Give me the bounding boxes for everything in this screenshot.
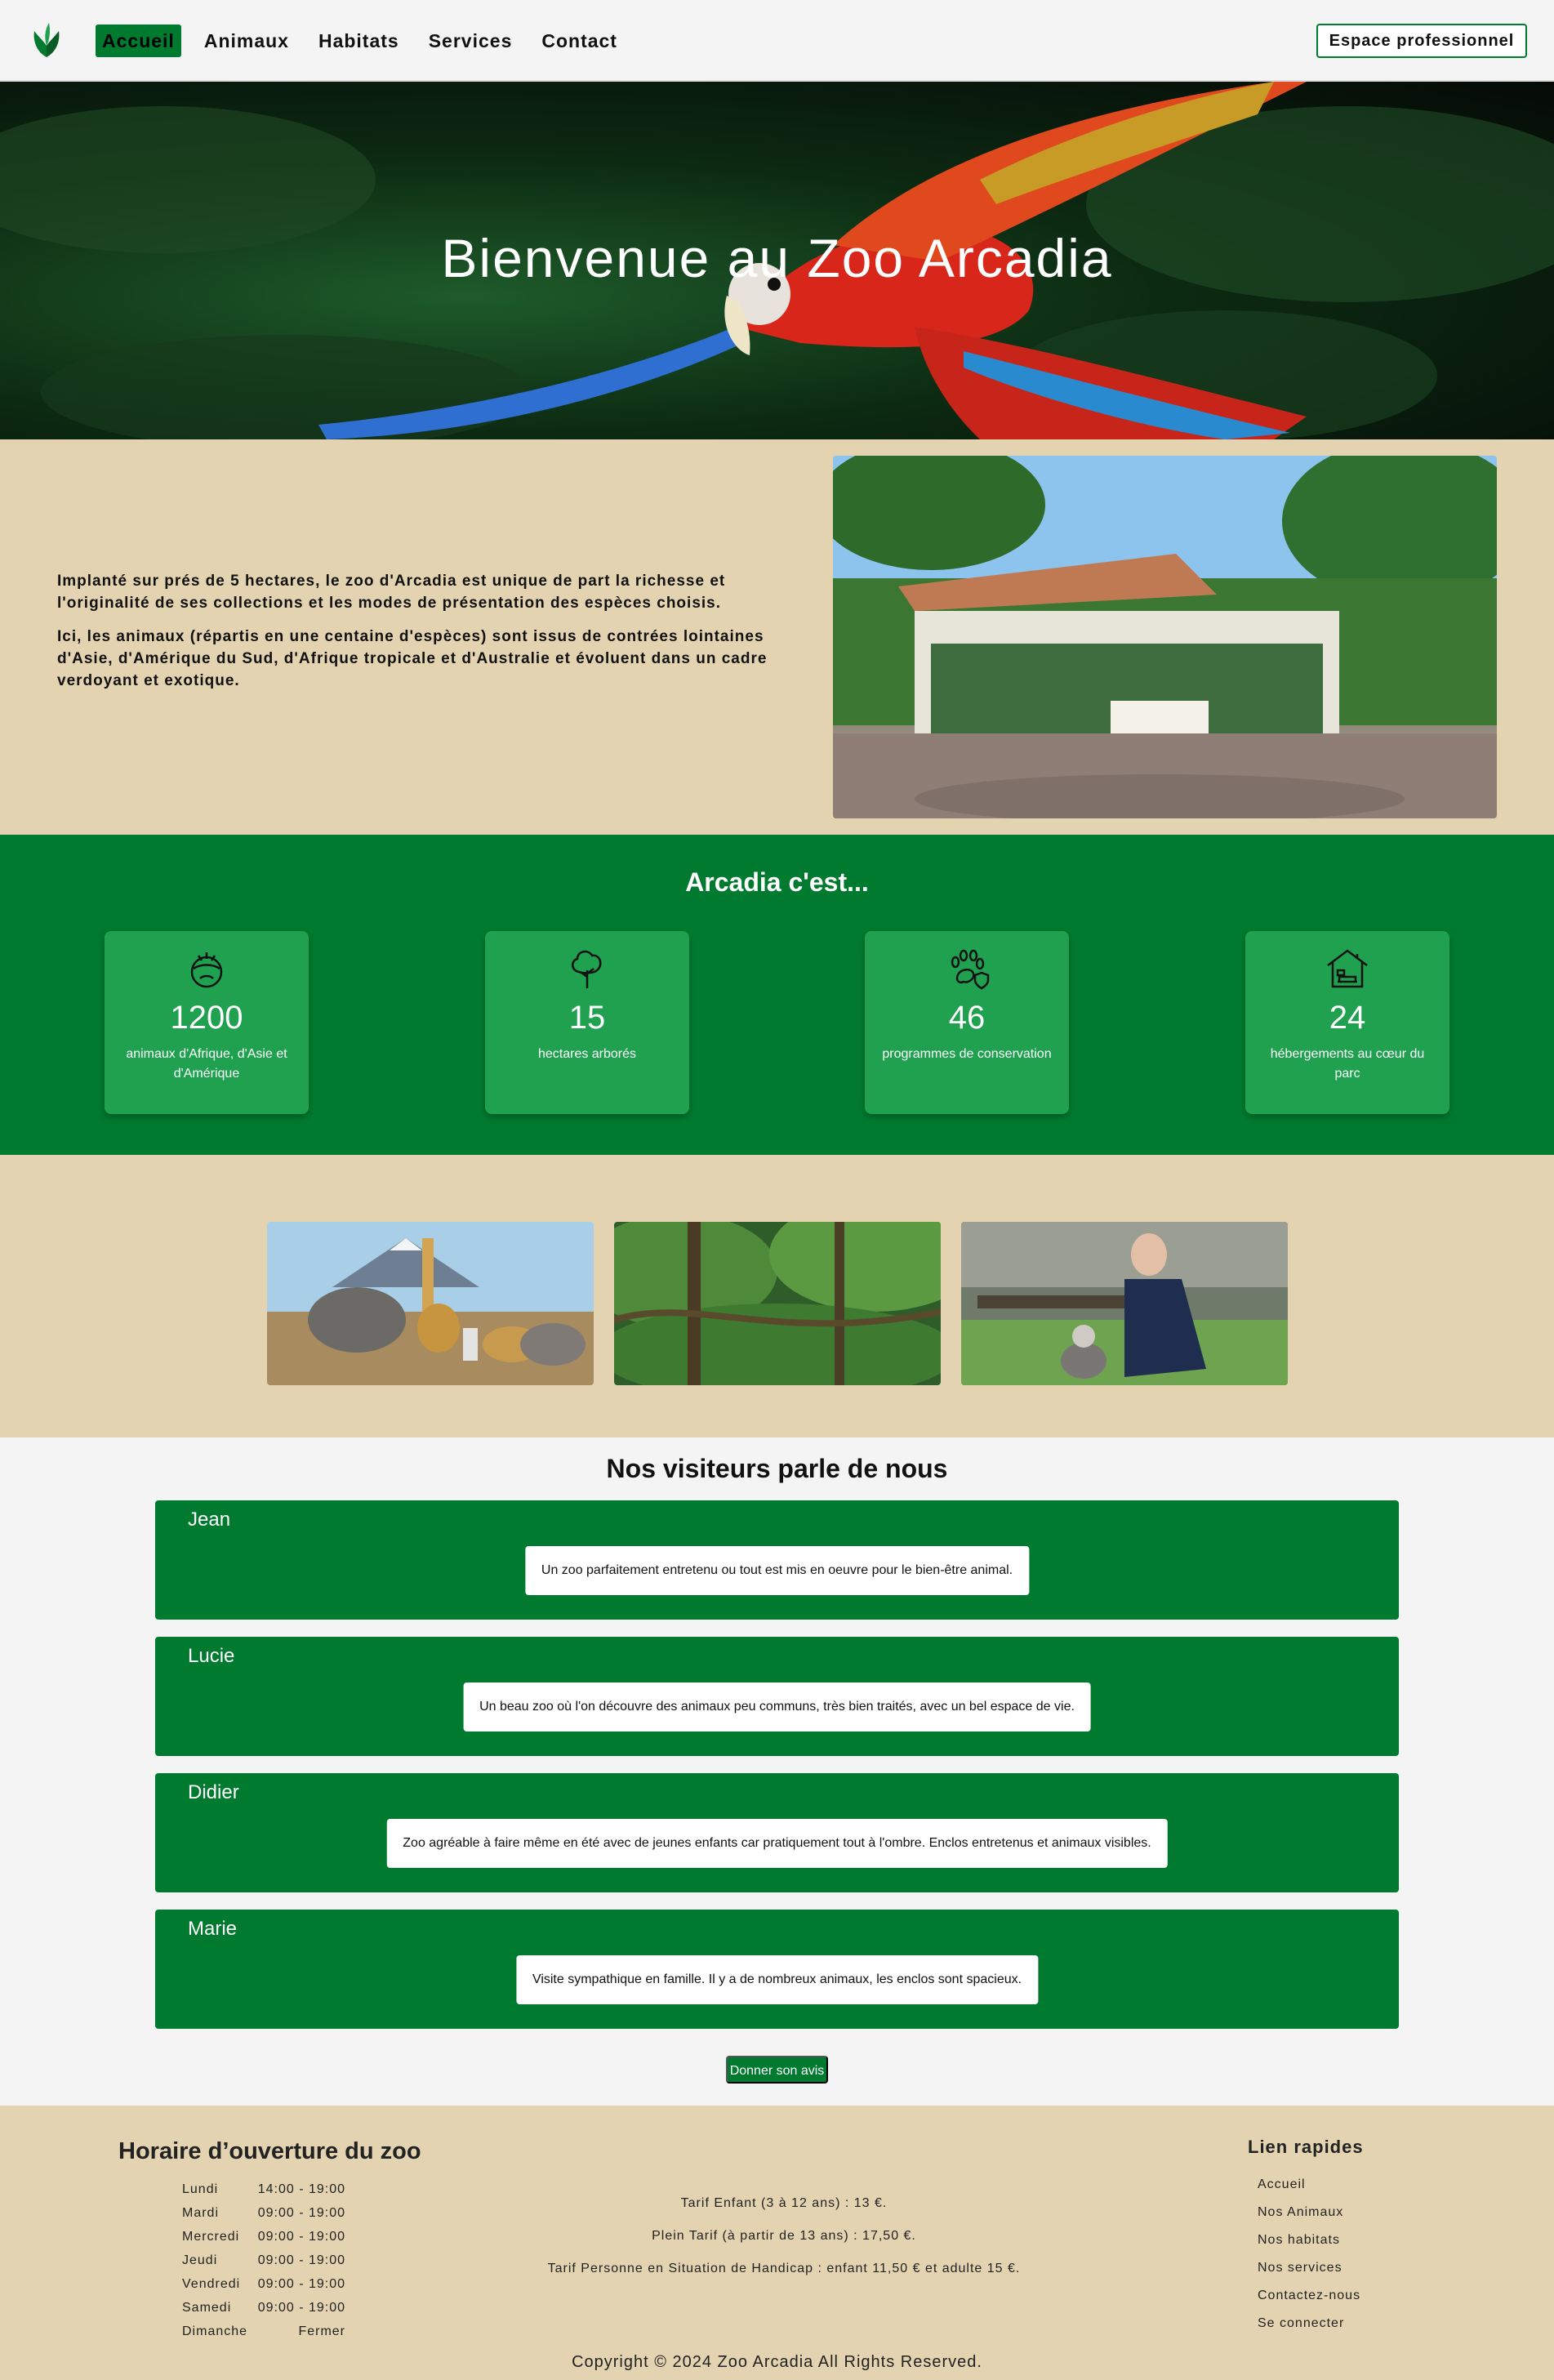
hours-row: Vendredi 09:00 - 19:00 [182, 2272, 345, 2296]
opening-hours-list: Lundi 14:00 - 19:00 Mardi 09:00 - 19:00 Me… [182, 2177, 345, 2343]
footer-link-services[interactable]: Nos services [1258, 2254, 1360, 2282]
hours-day: Mardi [182, 2206, 220, 2220]
prices-list: Tarif Enfant (3 à 12 ans) : 13 €. Plein … [457, 2187, 1111, 2285]
bird-leaf-logo-icon[interactable] [31, 21, 62, 59]
stat-label: hébergements au cœur du parc [1270, 1047, 1425, 1081]
price-full: Plein Tarif (à partir de 13 ans) : 17,50… [652, 2229, 916, 2243]
intro-paragraph-1: Implanté sur prés de 5 hectares, le zoo … [57, 573, 726, 612]
stat-label: animaux d'Afrique, d'Asie et d'Amérique [126, 1047, 287, 1081]
lodge-icon [1327, 949, 1368, 988]
hours-title: Horaire d’ouverture du zoo [118, 2138, 421, 2164]
hours-day: Vendredi [182, 2277, 241, 2291]
reviews-section: Nos visiteurs parle de nous Jean Un zoo … [0, 1437, 1554, 2106]
hours-day: Mercredi [182, 2230, 240, 2244]
hours-time: 09:00 - 19:00 [257, 2253, 345, 2267]
paw-shield-icon [951, 949, 990, 990]
hours-time: 09:00 - 19:00 [257, 2277, 345, 2291]
gallery-section [0, 1155, 1554, 1437]
nav-link-contact[interactable]: Contact [535, 25, 624, 57]
footer-link-animaux[interactable]: Nos Animaux [1258, 2199, 1360, 2226]
stat-card-lodges: 24 hébergements au cœur du parc [1245, 931, 1449, 1114]
copyright: Copyright © 2024 Zoo Arcadia All Rights … [572, 2353, 982, 2371]
review-card: Jean Un zoo parfaitement entretenu ou to… [155, 1500, 1399, 1620]
nav-link-habitats[interactable]: Habitats [312, 25, 406, 57]
gallery-image-caretaker-lemur[interactable] [961, 1222, 1288, 1385]
price-handicap: Tarif Personne en Situation de Handicap … [547, 2262, 1021, 2275]
nav-link-services[interactable]: Services [422, 25, 519, 57]
intro-text: Implanté sur prés de 5 hectares, le zoo … [57, 570, 784, 703]
hours-time: Fermer [298, 2324, 345, 2338]
stat-card-conservation: 46 programmes de conservation [865, 931, 1069, 1114]
review-text: Visite sympathique en famille. Il y a de… [515, 1955, 1039, 2004]
give-review-button[interactable]: Donner son avis [726, 2056, 828, 2084]
hours-row: Lundi 14:00 - 19:00 [182, 2177, 345, 2201]
review-author: Didier [188, 1781, 239, 1803]
stat-number: 24 [1329, 1000, 1366, 1036]
hours-day: Dimanche [182, 2324, 248, 2338]
intro-section: Implanté sur prés de 5 hectares, le zoo … [0, 439, 1554, 835]
hours-row: Dimanche Fermer [182, 2320, 345, 2343]
hours-row: Mercredi 09:00 - 19:00 [182, 2225, 345, 2249]
hours-row: Samedi 09:00 - 19:00 [182, 2296, 345, 2320]
main-nav: Accueil Animaux Habitats Services Contac… [96, 25, 640, 57]
stat-card-animals: 1200 animaux d'Afrique, d'Asie et d'Amér… [105, 931, 309, 1114]
navbar: Accueil Animaux Habitats Services Contac… [0, 0, 1554, 82]
hours-day: Jeudi [182, 2253, 218, 2267]
footer-link-contact[interactable]: Contactez-nous [1258, 2282, 1360, 2310]
review-author: Marie [188, 1918, 238, 1940]
hours-time: 09:00 - 19:00 [257, 2301, 345, 2315]
hours-time: 09:00 - 19:00 [257, 2230, 345, 2244]
review-text: Un beau zoo où l'on découvre des animaux… [463, 1682, 1091, 1732]
stat-label: programmes de conservation [882, 1047, 1052, 1061]
hero-banner: Bienvenue au Zoo Arcadia [0, 82, 1554, 439]
review-card: Lucie Un beau zoo où l'on découvre des a… [155, 1637, 1399, 1756]
tree-icon [572, 950, 602, 988]
stat-number: 1200 [170, 1000, 243, 1036]
pro-space-button[interactable]: Espace professionnel [1316, 24, 1527, 58]
hours-day: Samedi [182, 2301, 232, 2315]
stats-section: Arcadia c'est... 1200 animaux d'Afrique,… [0, 835, 1554, 1155]
review-card: Didier Zoo agréable à faire même en été … [155, 1773, 1399, 1892]
hero-title: Bienvenue au Zoo Arcadia [441, 228, 1113, 288]
stat-number: 46 [948, 1000, 986, 1036]
stat-label: hectares arborés [537, 1047, 637, 1061]
globe-animals-icon [190, 952, 223, 988]
review-text: Un zoo parfaitement entretenu ou tout es… [524, 1546, 1030, 1595]
review-author: Lucie [188, 1645, 235, 1667]
quick-links-list: Accueil Nos Animaux Nos habitats Nos ser… [1258, 2171, 1360, 2338]
hours-day: Lundi [182, 2182, 219, 2196]
quick-links-title: Lien rapides [1248, 2137, 1364, 2157]
hours-time: 14:00 - 19:00 [257, 2182, 345, 2196]
stats-title: Arcadia c'est... [685, 867, 869, 897]
nav-link-accueil[interactable]: Accueil [96, 25, 181, 57]
stat-card-hectares: 15 hectares arborés [485, 931, 689, 1114]
reviews-title: Nos visiteurs parle de nous [606, 1454, 948, 1483]
hours-time: 09:00 - 19:00 [257, 2206, 345, 2220]
review-author: Jean [188, 1509, 231, 1531]
nav-link-animaux[interactable]: Animaux [198, 25, 296, 57]
gallery-image-jungle[interactable] [614, 1222, 941, 1385]
zoo-building-photo [833, 456, 1497, 818]
footer-link-accueil[interactable]: Accueil [1258, 2171, 1360, 2199]
price-child: Tarif Enfant (3 à 12 ans) : 13 €. [680, 2196, 888, 2210]
footer-link-login[interactable]: Se connecter [1258, 2310, 1360, 2338]
intro-paragraph-2: Ici, les animaux (répartis en une centai… [57, 628, 768, 689]
gallery-image-savanna-animals[interactable] [267, 1222, 594, 1385]
review-text: Zoo agréable à faire même en été avec de… [386, 1819, 1168, 1868]
footer-link-habitats[interactable]: Nos habitats [1258, 2226, 1360, 2254]
review-card: Marie Visite sympathique en famille. Il … [155, 1910, 1399, 2029]
footer: Horaire d’ouverture du zoo Lundi 14:00 - … [0, 2106, 1554, 2380]
hours-row: Jeudi 09:00 - 19:00 [182, 2249, 345, 2272]
hours-row: Mardi 09:00 - 19:00 [182, 2201, 345, 2225]
stat-number: 15 [568, 1000, 606, 1036]
